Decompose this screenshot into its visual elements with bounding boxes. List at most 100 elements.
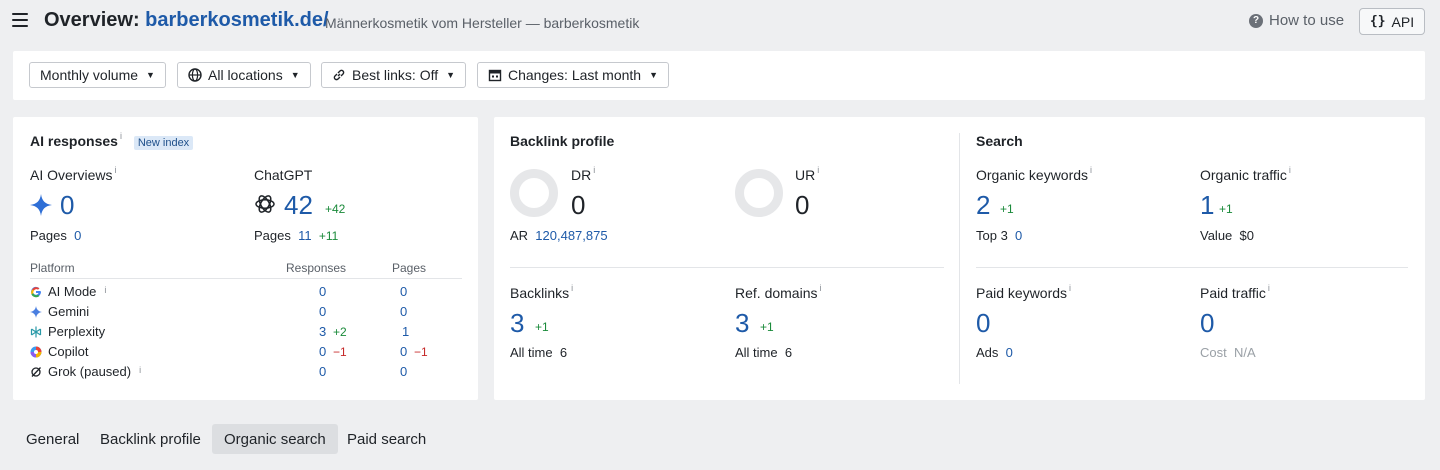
info-icon[interactable]: i [571,283,573,293]
tab-general[interactable]: General [14,424,91,454]
backlink-profile-title: Backlink profile [510,133,615,149]
link-icon [333,69,345,81]
organic-traffic-value-sub: Value $0 [1200,228,1254,243]
locations-dropdown[interactable]: All locations ▼ [177,62,311,88]
platform-row-grok: Grok (paused) i [30,364,141,379]
monthly-volume-dropdown[interactable]: Monthly volume ▼ [29,62,166,88]
organic-keywords-value[interactable]: 2 [976,192,990,218]
gemini-pages[interactable]: 0 [400,304,407,319]
ai-responses-card: AI responses i New index AI Overviews i 0 … [13,117,478,400]
ai-overviews-label: AI Overviews i [30,165,117,183]
organic-keywords-delta: +1 [1000,202,1014,216]
tab-paid-search[interactable]: Paid search [335,424,438,454]
copilot-icon [30,346,42,357]
ai-mode-responses[interactable]: 0 [319,284,326,299]
monthly-volume-label: Monthly volume [40,67,139,83]
tab-backlink-profile[interactable]: Backlink profile [88,424,213,454]
info-icon[interactable]: i [817,165,819,175]
chatgpt-icon [255,195,275,213]
platform-column-header: Platform [30,261,75,275]
copilot-responses[interactable]: 0 [319,344,326,359]
chatgpt-label: ChatGPT [254,167,313,183]
how-to-use-label: How to use [1269,12,1345,29]
search-title: Search [976,133,1023,149]
target-domain-link[interactable]: barberkosmetik.de/ [145,9,328,31]
paid-traffic-value[interactable]: 0 [1200,310,1214,336]
grok-pages[interactable]: 0 [400,364,407,379]
chatgpt-pages: Pages 11 +11 [254,228,339,243]
copilot-pages-delta: −1 [414,345,428,359]
page-title: Overview: barberkosmetik.de/ [44,9,329,31]
help-icon: ? [1249,13,1263,28]
paid-keywords-label: Paid keywords i [976,283,1072,301]
ai-responses-title: AI responses [30,133,118,149]
menu-icon[interactable] [12,13,28,27]
info-icon[interactable]: i [819,283,821,293]
dr-ring-chart [510,169,558,217]
info-icon[interactable]: i [1069,283,1071,293]
ai-overviews-value[interactable]: 0 [60,192,74,218]
perplexity-responses[interactable]: 3 [319,324,326,339]
ref-domains-delta: +1 [760,320,774,334]
calendar-icon [488,69,502,82]
chevron-down-icon: ▼ [290,70,300,80]
backlinks-value[interactable]: 3 [510,310,524,336]
grok-icon [31,366,41,377]
chatgpt-value[interactable]: 42 [284,192,313,218]
filter-bar: Monthly volume ▼ All locations ▼ Best li… [13,51,1425,100]
locations-label: All locations [208,67,283,83]
copilot-pages[interactable]: 0 [400,344,407,359]
backlinks-label: Backlinks i [510,283,574,301]
info-icon[interactable]: i [1268,283,1270,293]
changes-label: Changes: Last month [508,67,642,83]
table-divider [30,278,462,279]
paid-traffic-label: Paid traffic i [1200,283,1270,301]
how-to-use-link[interactable]: ? How to use [1249,12,1344,29]
backlinks-delta: +1 [535,320,549,334]
divider [976,267,1408,268]
platform-row-ai-mode: AI Mode i [30,284,106,299]
grok-responses[interactable]: 0 [319,364,326,379]
best-links-dropdown[interactable]: Best links: Off ▼ [321,62,467,88]
info-icon[interactable]: i [139,365,141,375]
sparkle-icon [30,194,52,216]
info-icon[interactable]: i [1090,165,1092,175]
responses-column-header: Responses [286,261,347,275]
organic-traffic-value[interactable]: 1 [1200,192,1214,218]
gemini-responses[interactable]: 0 [319,304,326,319]
metrics-card: Backlink profile DR i 0 AR 120,487,875 UR… [494,117,1425,400]
info-icon[interactable]: i [1289,165,1291,175]
new-index-badge: New index [133,136,194,150]
ai-mode-pages[interactable]: 0 [400,284,407,299]
perplexity-responses-delta: +2 [333,325,347,339]
ur-value: 0 [795,190,810,220]
paid-keywords-value[interactable]: 0 [976,310,990,336]
ar-value: AR 120,487,875 [510,228,608,243]
best-links-label: Best links: Off [352,67,439,83]
page-header: Overview: barberkosmetik.de/ Männerkosme… [0,0,1440,44]
ref-domains-all-time: All time 6 [735,345,793,360]
api-button[interactable]: {} API [1359,8,1425,35]
gemini-icon [30,305,42,318]
organic-traffic-label: Organic traffic i [1200,165,1291,183]
tab-organic-search[interactable]: Organic search [212,424,338,454]
ref-domains-value[interactable]: 3 [735,310,749,336]
perplexity-pages[interactable]: 1 [402,324,409,339]
divider [510,267,944,268]
info-icon[interactable]: i [104,285,106,295]
info-icon[interactable]: i [593,165,595,175]
backlinks-all-time: All time 6 [510,345,568,360]
copilot-responses-delta: −1 [333,345,347,359]
google-icon [31,286,41,297]
organic-keywords-label: Organic keywords i [976,165,1093,183]
ref-domains-label: Ref. domains i [735,283,822,301]
dr-label: DR i [571,165,596,183]
info-icon[interactable]: i [120,131,122,141]
ai-overviews-pages: Pages 0 [30,228,82,243]
info-icon[interactable]: i [114,165,116,175]
perplexity-icon [30,326,42,337]
platform-row-gemini: Gemini [30,304,89,319]
code-braces-icon: {} [1369,14,1386,29]
changes-dropdown[interactable]: Changes: Last month ▼ [477,62,670,88]
ai-responses-header: AI responses i New index [30,131,194,150]
